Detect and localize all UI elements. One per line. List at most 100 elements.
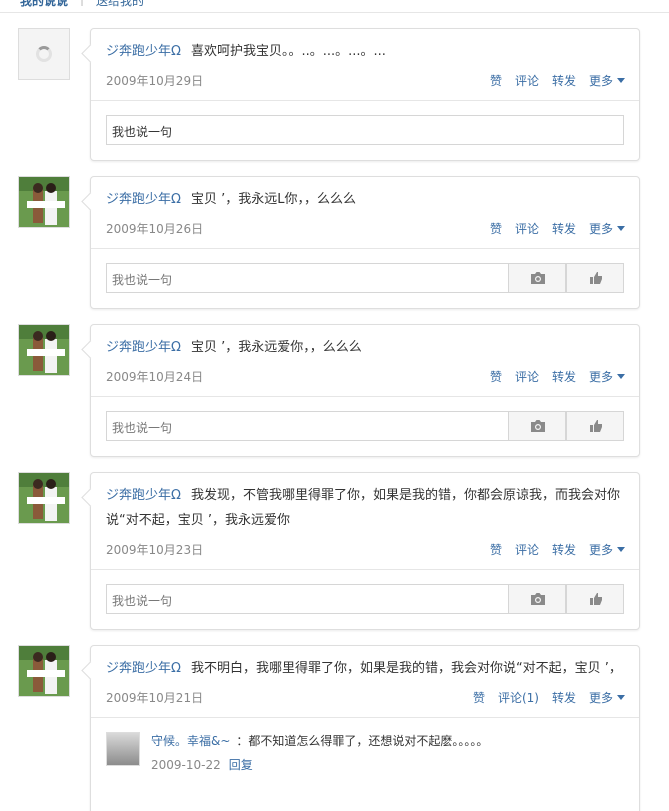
- post-text: ジ奔跑少年Ω 喜欢呵护我宝贝。。..。...。...。...: [106, 39, 625, 64]
- thumb-icon: [590, 420, 602, 432]
- reply-placeholder: 我也说一句: [112, 273, 173, 287]
- comment-item: 守候。幸福&~ ：都不知道怎么得罪了，还想说对不起麽。。。。。 2009-10-2…: [91, 717, 639, 787]
- post-author[interactable]: ジ奔跑少年Ω: [106, 661, 181, 676]
- chevron-down-icon: [617, 78, 625, 83]
- post-date: 2009年10月26日: [106, 222, 204, 236]
- more-label: 更多: [588, 222, 613, 236]
- post-actions: 赞评论 转发 更多: [477, 72, 625, 89]
- post-author[interactable]: ジ奔跑少年Ω: [106, 44, 181, 59]
- more-label: 更多: [588, 370, 613, 384]
- photo-button[interactable]: [508, 263, 566, 293]
- like-button[interactable]: 赞: [490, 543, 502, 557]
- comment-button[interactable]: 评论: [515, 74, 539, 88]
- avatar[interactable]: [18, 28, 70, 80]
- tab-sent-to-me[interactable]: 送给我的: [96, 0, 144, 9]
- post-content: 喜欢呵护我宝贝。。..。...。...。...: [190, 44, 386, 59]
- post-actions: 赞评论 转发 更多: [477, 368, 625, 385]
- reply-input[interactable]: 我也说一句: [106, 411, 624, 441]
- commenter-name[interactable]: 守候。幸福&~: [151, 734, 230, 748]
- comment-button[interactable]: 评论: [515, 370, 539, 384]
- post-text: ジ奔跑少年Ω 我发现，不管我哪里得罪了你，如果是我的错，你都会原谅我，而我会对你说…: [106, 483, 625, 533]
- reply-input[interactable]: 我也说一句: [106, 115, 624, 145]
- post-author[interactable]: ジ奔跑少年Ω: [106, 192, 181, 207]
- commenter-avatar[interactable]: [106, 732, 140, 766]
- tab-my-posts[interactable]: 我的说说: [20, 0, 68, 9]
- avatar-photo-icon: [19, 177, 69, 227]
- post-content: 我不明白，我哪里得罪了你，如果是我的错，我会对你说“对不起，宝贝 ’，: [190, 661, 622, 676]
- camera-icon: [531, 272, 545, 284]
- more-button[interactable]: 更多: [589, 74, 625, 88]
- more-button[interactable]: 更多: [589, 691, 625, 705]
- photo-button[interactable]: [508, 411, 566, 441]
- post-card: ジ奔跑少年Ω 宝贝 ’，我永远爱你，，么么么 2009年10月24日 赞评论 转发更…: [90, 324, 640, 457]
- forward-button[interactable]: 转发: [552, 370, 576, 384]
- avatar[interactable]: [18, 472, 70, 524]
- forward-button[interactable]: 转发: [552, 222, 576, 236]
- like-button[interactable]: 赞: [473, 691, 485, 705]
- post-card: ジ奔跑少年Ω 我发现，不管我哪里得罪了你，如果是我的错，你都会原谅我，而我会对你说…: [90, 472, 640, 630]
- more-label: 更多: [588, 691, 613, 705]
- more-label: 更多: [588, 74, 613, 88]
- tab-separator: |: [80, 0, 84, 6]
- avatar-photo-icon: [19, 473, 69, 523]
- thumb-button[interactable]: [566, 584, 624, 614]
- avatar[interactable]: [18, 324, 70, 376]
- post-card: ジ奔跑少年Ω 宝贝 ’，我永远L你，，么么么 2009年10月26日 赞评论 转发更…: [90, 176, 640, 309]
- comment-button[interactable]: 评论(1): [498, 691, 539, 705]
- photo-button[interactable]: [508, 584, 566, 614]
- reply-placeholder: 我也说一句: [112, 594, 173, 608]
- camera-icon: [531, 593, 545, 605]
- comment-meta: 2009-10-22 回复: [151, 756, 253, 773]
- post-author[interactable]: ジ奔跑少年Ω: [106, 488, 181, 503]
- reply-box: 我也说一句: [91, 100, 639, 160]
- comment-line: 守候。幸福&~ ：都不知道怎么得罪了，还想说对不起麽。。。。。: [151, 732, 488, 749]
- comment-text: ：都不知道怎么得罪了，还想说对不起麽。。。。。: [236, 734, 489, 748]
- post-actions: 赞评论 转发 更多: [477, 541, 625, 558]
- post-card: ジ奔跑少年Ω 喜欢呵护我宝贝。。..。...。...。... 2009年10月29…: [90, 28, 640, 161]
- comment-button[interactable]: 评论: [515, 222, 539, 236]
- reply-input[interactable]: 我也说一句: [106, 263, 624, 293]
- thumb-button[interactable]: [566, 411, 624, 441]
- post-text: ジ奔跑少年Ω 宝贝 ’，我永远L你，，么么么: [106, 187, 625, 212]
- top-tabs: 我的说说 | 送给我的: [0, 0, 669, 13]
- forward-button[interactable]: 转发: [552, 543, 576, 557]
- chevron-down-icon: [617, 695, 625, 700]
- more-label: 更多: [588, 543, 613, 557]
- loading-spinner-icon: [36, 46, 52, 62]
- reply-box: 我也说一句: [91, 569, 639, 629]
- post-text: ジ奔跑少年Ω 宝贝 ’，我永远爱你，，么么么: [106, 335, 625, 360]
- post-author[interactable]: ジ奔跑少年Ω: [106, 340, 181, 355]
- thumb-icon: [590, 593, 602, 605]
- like-button[interactable]: 赞: [490, 222, 502, 236]
- post-card: ジ奔跑少年Ω 我不明白，我哪里得罪了你，如果是我的错，我会对你说“对不起，宝贝 ’…: [90, 645, 640, 811]
- post-date: 2009年10月24日: [106, 370, 204, 384]
- reply-box: 我也说一句: [91, 248, 639, 308]
- like-button[interactable]: 赞: [490, 74, 502, 88]
- avatar-photo-icon: [19, 325, 69, 375]
- post-content: 宝贝 ’，我永远L你，，么么么: [190, 192, 356, 207]
- forward-button[interactable]: 转发: [552, 74, 576, 88]
- like-button[interactable]: 赞: [490, 370, 502, 384]
- reply-placeholder: 我也说一句: [112, 125, 173, 139]
- thumb-button[interactable]: [566, 263, 624, 293]
- avatar[interactable]: [18, 176, 70, 228]
- chevron-down-icon: [617, 226, 625, 231]
- comment-button[interactable]: 评论: [515, 543, 539, 557]
- thumb-icon: [590, 272, 602, 284]
- post-content: 我发现，不管我哪里得罪了你，如果是我的错，你都会原谅我，而我会对你说“对不起，宝…: [106, 488, 620, 528]
- more-button[interactable]: 更多: [589, 543, 625, 557]
- post-date: 2009年10月29日: [106, 74, 204, 88]
- post-actions: 赞评论(1) 转发 更多: [460, 689, 625, 706]
- reply-box: 我也说一句: [91, 396, 639, 456]
- reply-input[interactable]: 我也说一句: [106, 584, 624, 614]
- post-text: ジ奔跑少年Ω 我不明白，我哪里得罪了你，如果是我的错，我会对你说“对不起，宝贝 ’…: [106, 656, 625, 681]
- more-button[interactable]: 更多: [589, 222, 625, 236]
- camera-icon: [531, 420, 545, 432]
- post-date: 2009年10月23日: [106, 543, 204, 557]
- forward-button[interactable]: 转发: [552, 691, 576, 705]
- reply-link[interactable]: 回复: [229, 758, 253, 772]
- post-date: 2009年10月21日: [106, 691, 204, 705]
- more-button[interactable]: 更多: [589, 370, 625, 384]
- reply-placeholder: 我也说一句: [112, 421, 173, 435]
- avatar[interactable]: [18, 645, 70, 697]
